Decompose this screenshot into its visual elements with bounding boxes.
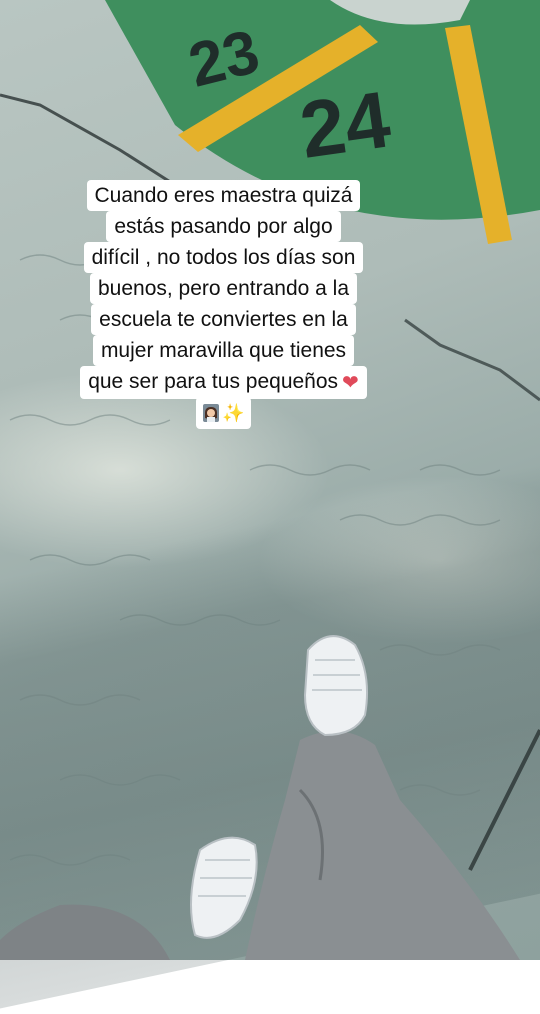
caption-line: buenos, pero entrando a la: [89, 273, 358, 304]
caption-last-line: que ser para tus pequeños ❤: [80, 366, 367, 399]
left-leg-pants: [0, 904, 170, 960]
painted-number: 24: [295, 74, 396, 175]
caption-line-text: que ser para tus pequeños: [88, 370, 339, 393]
teacher-icon: [202, 401, 220, 422]
ground-scene: 23 24: [0, 0, 540, 960]
heart-icon: ❤: [342, 372, 359, 394]
pavement-crack: [0, 93, 176, 187]
caption-line: difícil , no todos los días son: [83, 242, 364, 273]
caption-line: estás pasando por algo: [106, 211, 341, 242]
back-shoe: [190, 836, 258, 939]
sparkles-icon: ✨: [222, 403, 245, 423]
caption-line: Cuando eres maestra quizá: [86, 180, 361, 211]
caption-line: mujer maravilla que tienes: [92, 335, 355, 366]
right-leg-pants: [245, 731, 520, 960]
pavement-crack: [468, 729, 540, 871]
caption-line: escuela te conviertes en la: [91, 304, 356, 335]
pavement-crack: [404, 318, 540, 402]
person-legs: [0, 635, 520, 960]
front-shoe: [303, 635, 368, 737]
caption-emoji-line: ✨: [196, 397, 251, 429]
caption-overlay: Cuando eres maestra quizá estás pasando …: [36, 180, 411, 429]
